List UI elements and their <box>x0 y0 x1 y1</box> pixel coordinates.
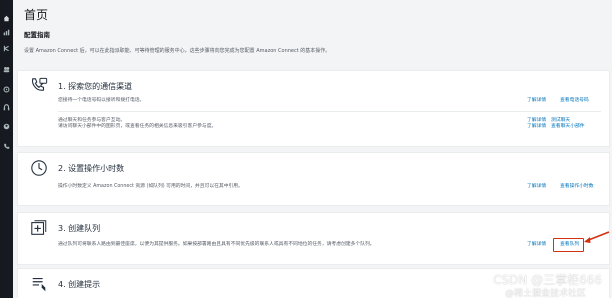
left-nav-rail <box>0 0 13 298</box>
view-phone-numbers-link[interactable]: 查看电话号码 <box>560 98 589 104</box>
test-chat-link[interactable]: 测试聊天 查看聊天小部件 <box>551 118 585 130</box>
step-1-row-phone: 您接待一个电话号码以接听和拨打电话。 了解详情 查看电话号码 <box>58 98 601 112</box>
step-card-hours-of-operation: 2. 设置操作小时数 操作小时数定义 Amazon Connect 资源 (如队… <box>17 152 610 206</box>
profile-icon[interactable] <box>3 123 10 130</box>
step-2-title: 2. 设置操作小时数 <box>58 164 125 173</box>
step-card-create-queues: 3. 创建队列 通过队列可将联系人路由到最佳座席，以便为其提供服务。如果按部署路… <box>17 212 610 265</box>
page-title: 首页 <box>24 8 49 22</box>
view-hours-link[interactable]: 查看操作小时数 <box>560 184 594 190</box>
phone-chat-icon <box>30 77 48 95</box>
step-1-row-chat: 通过聊天和任务参与客户互动。 请访问聊天小部件中的图形页，或查看任务的相关信息来… <box>58 118 601 136</box>
chart-icon[interactable] <box>3 29 10 36</box>
learn-more-link[interactable]: 了解详情 <box>527 184 546 190</box>
amazon-connect-app: 首页 配置指南 设置 Amazon Connect 后，可以在此指派职能、可等待… <box>0 0 612 298</box>
intro-text: 设置 Amazon Connect 后，可以在此指派职能、可等待管理的服务中心，… <box>24 48 331 54</box>
learn-more-link[interactable]: 了解详情 <box>527 98 546 104</box>
flows-icon[interactable] <box>3 86 10 93</box>
step-2-row-1-description: 操作小时数定义 Amazon Connect 资源 (如队列) 可用的时间，并且… <box>58 184 243 189</box>
step-card-communication-channels: 1. 探索您的通信渠道 您接待一个电话号码以接听和拨打电话。 了解详情 查看电话… <box>17 70 610 147</box>
annotation-arrow-icon <box>584 231 610 243</box>
step-1-row-1-description: 您接待一个电话号码以接听和拨打电话。 <box>58 98 145 103</box>
section-title: 配置指南 <box>24 31 50 39</box>
highlight-box <box>553 238 584 252</box>
users-icon[interactable] <box>3 66 10 73</box>
phone-icon[interactable] <box>3 143 10 150</box>
learn-more-link[interactable]: 了解详情 <box>527 242 546 248</box>
step-2-row-hours: 操作小时数定义 Amazon Connect 资源 (如队列) 可用的时间，并且… <box>58 184 601 198</box>
step-3-row-queues: 通过队列可将联系人路由到最佳座席，以便为其提供服务。如果按部署路由且具有不同优先… <box>58 242 601 256</box>
home-icon[interactable] <box>3 15 10 22</box>
row-divider <box>58 111 601 112</box>
step-1-title: 1. 探索您的通信渠道 <box>58 82 133 91</box>
watermark-subtext: @稀土掘金技术社区 <box>504 289 586 298</box>
add-queue-icon <box>30 219 48 237</box>
clock-icon <box>30 159 48 177</box>
routing-icon[interactable] <box>3 45 10 52</box>
step-1-row-2-description: 通过聊天和任务参与客户互动。 请访问聊天小部件中的图形页，或查看任务的相关信息来… <box>58 118 217 129</box>
step-4-title: 4. 创建提示 <box>58 280 101 289</box>
step-3-row-1-description: 通过队列可将联系人路由到最佳座席，以便为其提供服务。如果按部署路由且具有不同优先… <box>58 242 375 247</box>
prompt-icon <box>30 275 48 293</box>
learn-more-link[interactable]: 了解详情 了解详情 <box>527 118 546 130</box>
headset-icon[interactable] <box>3 104 10 111</box>
step-3-title: 3. 创建队列 <box>58 224 101 233</box>
